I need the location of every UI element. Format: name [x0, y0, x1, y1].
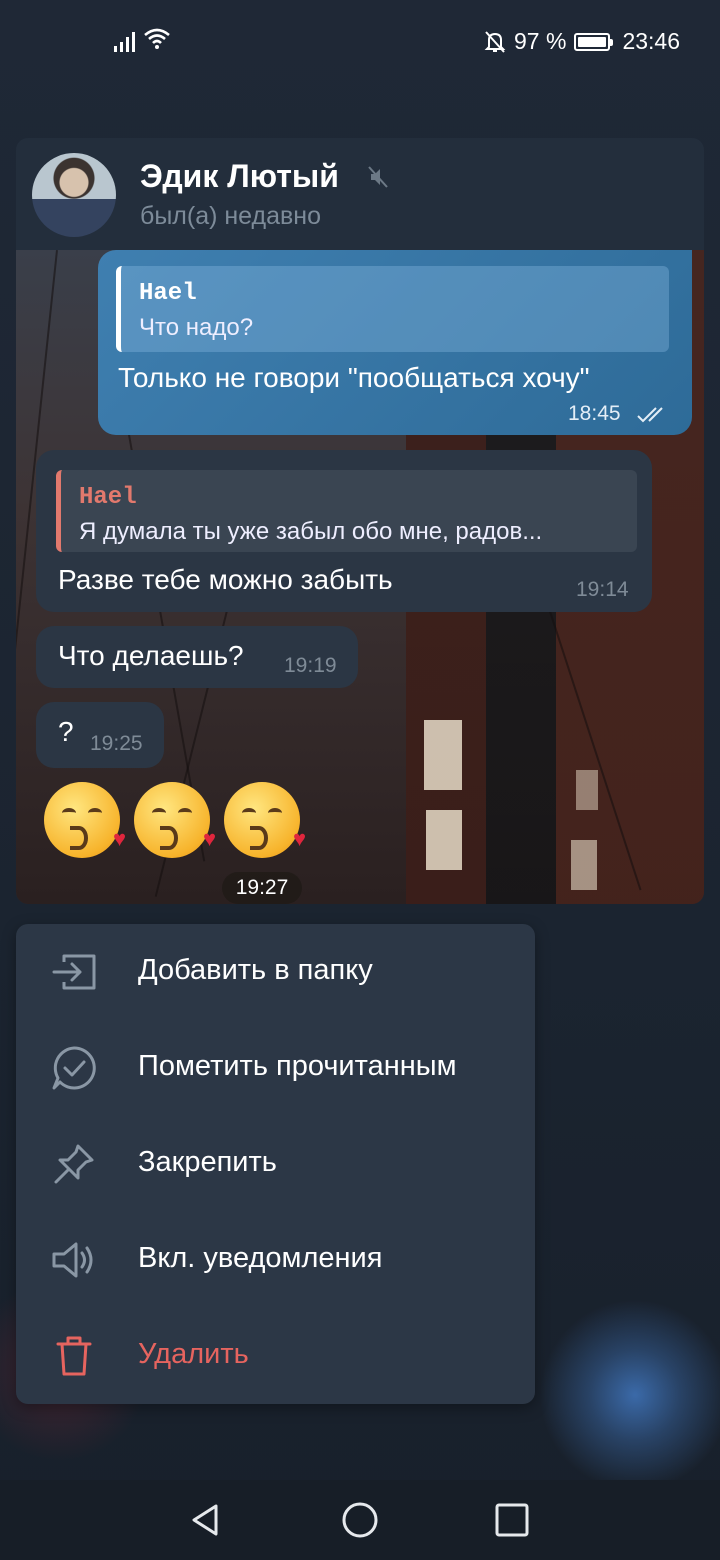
recents-icon[interactable] [492, 1500, 532, 1540]
mark-read-icon [52, 1046, 96, 1090]
message-text: Разве тебе можно забыть [58, 564, 393, 595]
pin-icon [54, 1144, 94, 1184]
message-time: 18:45 [568, 402, 621, 425]
battery-icon [574, 32, 614, 51]
navigation-bar [0, 1480, 720, 1560]
clock: 23:46 [622, 28, 680, 54]
incoming-message[interactable]: ? 19:25 [36, 702, 164, 768]
message-text: Только не говори "пообщаться хочу" [118, 362, 590, 393]
context-menu: Добавить в папку Пометить прочитанным За… [16, 924, 535, 1404]
menu-item-delete[interactable]: Удалить [16, 1308, 535, 1404]
wifi-icon [144, 28, 170, 49]
incoming-message[interactable]: Hael Я думала ты уже забыл обо мне, радо… [36, 450, 652, 612]
menu-label: Вкл. уведомления [138, 1242, 383, 1274]
chat-status: был(а) недавно [140, 202, 322, 230]
menu-label: Пометить прочитанным [138, 1050, 457, 1082]
menu-label: Закрепить [138, 1146, 277, 1178]
emoji-message-time: 19:27 [222, 872, 302, 904]
message-text: ? [58, 716, 74, 747]
chat-preview[interactable]: Эдик Лютый был(а) недавно Hael Что надо?… [16, 138, 704, 904]
reply-quote[interactable]: Hael Я думала ты уже забыл обо мне, радо… [56, 470, 637, 552]
reply-text: Я думала ты уже забыл обо мне, радов... [79, 518, 543, 545]
message-time: 19:14 [576, 578, 629, 601]
trash-icon [56, 1336, 92, 1376]
battery-percent: 97 % [514, 28, 567, 54]
reply-text: Что надо? [139, 314, 254, 341]
home-icon[interactable] [340, 1500, 380, 1540]
chat-header: Эдик Лютый был(а) недавно [16, 138, 704, 250]
reply-author: Hael [139, 280, 197, 307]
status-bar: 97 % 23:46 [0, 0, 720, 84]
menu-item-add-to-folder[interactable]: Добавить в папку [16, 924, 535, 1020]
incoming-message[interactable]: Что делаешь? 19:19 [36, 626, 358, 688]
menu-item-mark-read[interactable]: Пометить прочитанным [16, 1020, 535, 1116]
double-check-icon [637, 407, 663, 423]
back-icon[interactable] [186, 1500, 226, 1540]
message-time: 19:19 [284, 654, 337, 677]
reply-author: Hael [79, 484, 137, 511]
avatar [32, 153, 116, 237]
reply-quote[interactable]: Hael Что надо? [116, 266, 669, 352]
muted-icon [368, 166, 388, 188]
kissing-face-emoji[interactable]: ♥ [44, 782, 126, 858]
menu-label: Удалить [138, 1338, 249, 1370]
notifications-off-icon [484, 30, 506, 53]
menu-item-unmute[interactable]: Вкл. уведомления [16, 1212, 535, 1308]
chat-name: Эдик Лютый [140, 158, 339, 194]
kissing-face-emoji[interactable]: ♥ [134, 782, 216, 858]
folder-add-icon [52, 954, 96, 990]
message-time: 19:25 [90, 732, 143, 755]
menu-label: Добавить в папку [138, 954, 373, 986]
signal-icon [114, 30, 138, 52]
outgoing-message[interactable]: Hael Что надо? Только не говори "пообщат… [98, 250, 692, 435]
message-text: Что делаешь? [58, 640, 244, 671]
speaker-icon [52, 1242, 93, 1278]
kissing-face-emoji[interactable]: ♥ [224, 782, 306, 858]
menu-item-pin[interactable]: Закрепить [16, 1116, 535, 1212]
